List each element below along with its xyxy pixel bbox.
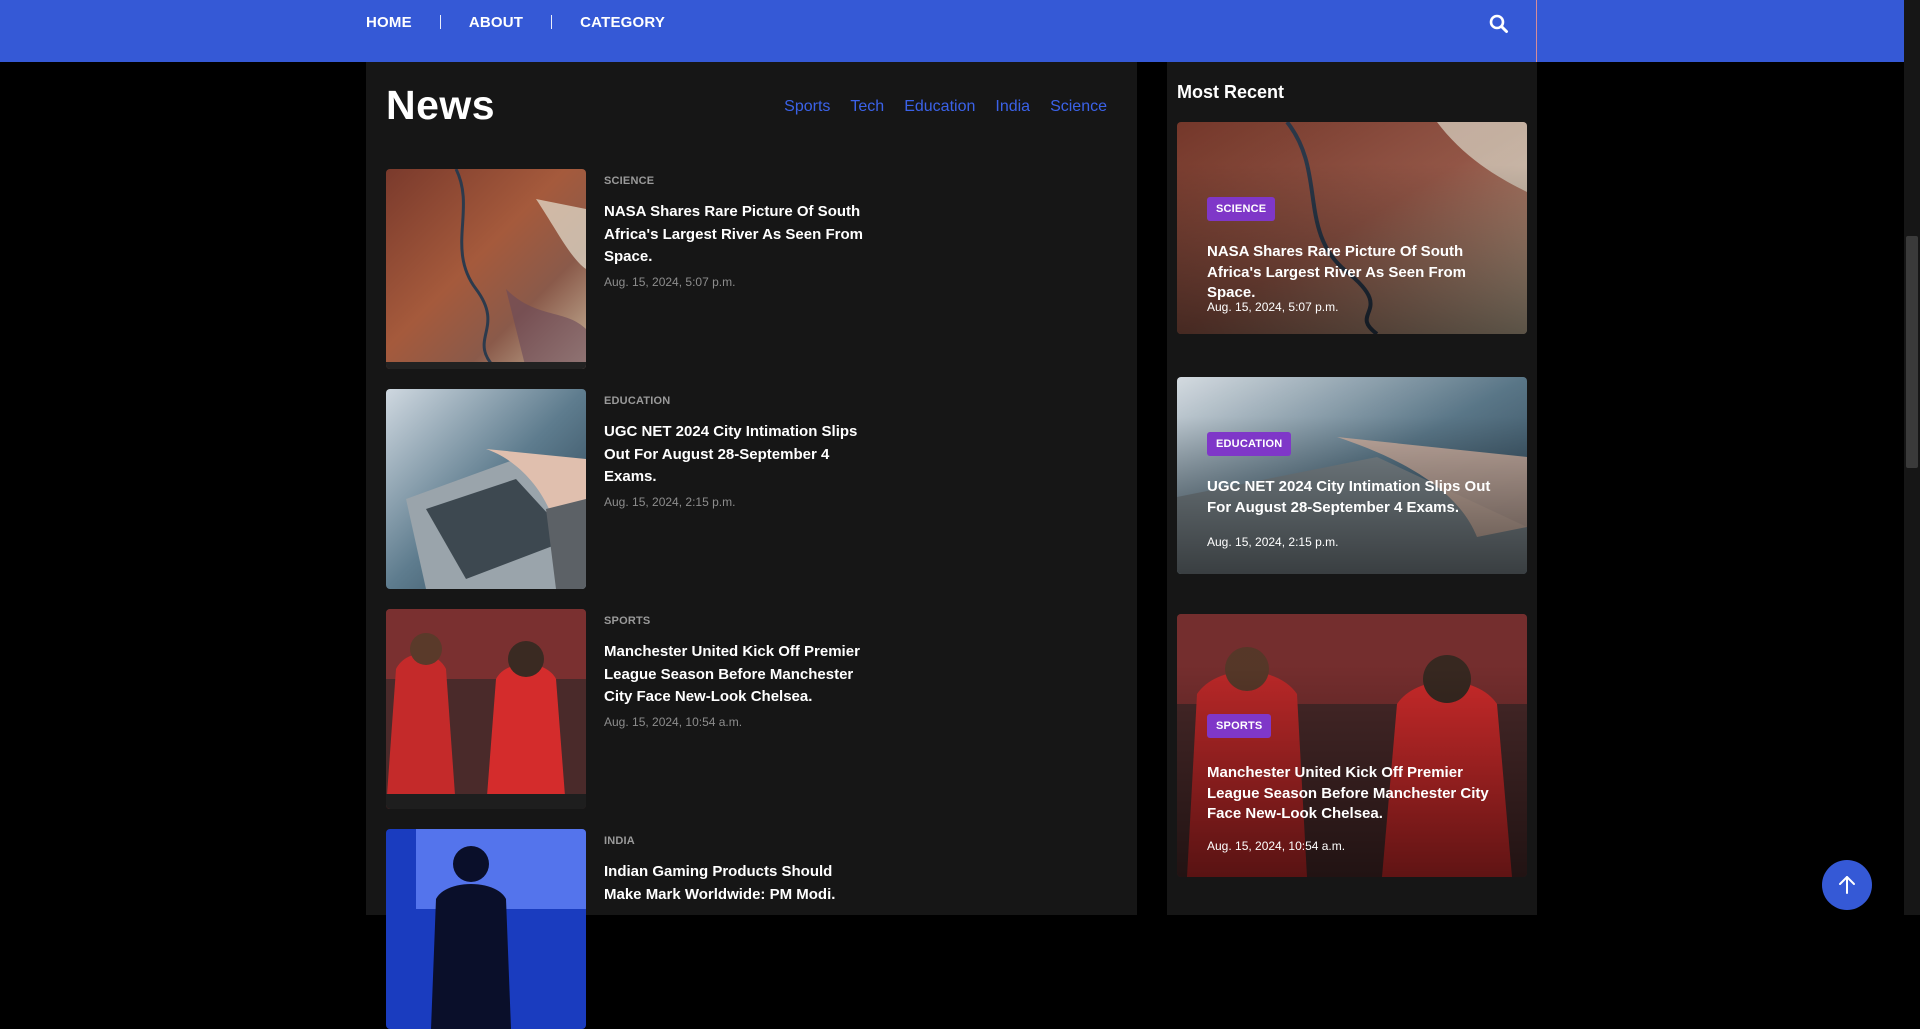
card-title-link[interactable]: NASA Shares Rare Picture Of South Africa… (1207, 242, 1517, 304)
card-date: Aug. 15, 2024, 10:54 a.m. (1207, 839, 1346, 853)
card-date: Aug. 15, 2024, 5:07 p.m. (1207, 300, 1339, 314)
news-title-link[interactable]: Indian Gaming Products Should Make Mark … (604, 861, 874, 906)
news-category: SPORTS (604, 615, 651, 627)
card-category-badge[interactable]: SPORTS (1207, 714, 1272, 738)
back-to-top-button[interactable] (1822, 860, 1872, 910)
category-link-education[interactable]: Education (904, 98, 975, 116)
news-thumbnail-laptop[interactable] (386, 389, 586, 589)
nav-category-link[interactable]: CATEGORY (580, 14, 665, 31)
page-scrollbar-thumb[interactable] (1906, 236, 1918, 468)
news-item[interactable]: SPORTS Manchester United Kick Off Premie… (386, 609, 866, 809)
category-link-india[interactable]: India (995, 98, 1030, 116)
card-date: Aug. 15, 2024, 2:15 p.m. (1207, 535, 1339, 549)
main-nav: HOME ABOUT CATEGORY (366, 0, 665, 44)
recent-card[interactable]: SCIENCE NASA Shares Rare Picture Of Sout… (1177, 122, 1527, 334)
card-title-link[interactable]: UGC NET 2024 City Intimation Slips Out F… (1207, 477, 1517, 518)
top-navbar (0, 0, 1904, 62)
news-category: EDUCATION (604, 395, 671, 407)
news-title-link[interactable]: UGC NET 2024 City Intimation Slips Out F… (604, 421, 874, 489)
category-link-tech[interactable]: Tech (850, 98, 884, 116)
news-date: Aug. 15, 2024, 2:15 p.m. (604, 494, 736, 509)
news-title-link[interactable]: NASA Shares Rare Picture Of South Africa… (604, 201, 874, 269)
news-item[interactable]: EDUCATION UGC NET 2024 City Intimation S… (386, 389, 866, 589)
news-category: INDIA (604, 835, 635, 847)
most-recent-sidebar: Most Recent SCIENCE NASA Shares Rare Pic… (1167, 62, 1537, 915)
navbar-divider (1536, 0, 1537, 62)
sidebar-heading: Most Recent (1177, 82, 1285, 102)
card-category-badge[interactable]: SCIENCE (1207, 197, 1276, 221)
news-item[interactable]: INDIA Indian Gaming Products Should Make… (386, 829, 866, 1029)
category-link-science[interactable]: Science (1050, 98, 1107, 116)
page-title: News (386, 82, 496, 128)
recent-card[interactable]: SPORTS Manchester United Kick Off Premie… (1177, 614, 1527, 877)
recent-card[interactable]: EDUCATION UGC NET 2024 City Intimation S… (1177, 377, 1527, 574)
nav-home-link[interactable]: HOME (366, 14, 412, 31)
news-date: Aug. 15, 2024, 5:07 p.m. (604, 274, 736, 289)
nav-about-link[interactable]: ABOUT (469, 14, 523, 31)
card-title-link[interactable]: Manchester United Kick Off Premier Leagu… (1207, 763, 1517, 825)
news-thumbnail-football[interactable] (386, 609, 586, 809)
news-panel: News Sports Tech Education India Science (366, 62, 1137, 1029)
news-category: SCIENCE (604, 175, 655, 187)
news-thumbnail-river[interactable] (386, 169, 586, 369)
card-category-badge[interactable]: EDUCATION (1207, 432, 1292, 456)
news-thumbnail-gaming[interactable] (386, 829, 586, 1029)
card-overlay (1177, 614, 1527, 877)
category-filter: Sports Tech Education India Science (784, 98, 1107, 116)
nav-separator (439, 15, 441, 29)
search-icon[interactable] (1488, 13, 1510, 35)
category-link-sports[interactable]: Sports (784, 98, 830, 116)
news-date: Aug. 15, 2024, 10:54 a.m. (604, 714, 743, 729)
news-title-link[interactable]: Manchester United Kick Off Premier Leagu… (604, 641, 874, 709)
nav-separator (551, 15, 553, 29)
news-item[interactable]: SCIENCE NASA Shares Rare Picture Of Sout… (386, 169, 866, 369)
arrow-up-icon (1839, 876, 1855, 894)
